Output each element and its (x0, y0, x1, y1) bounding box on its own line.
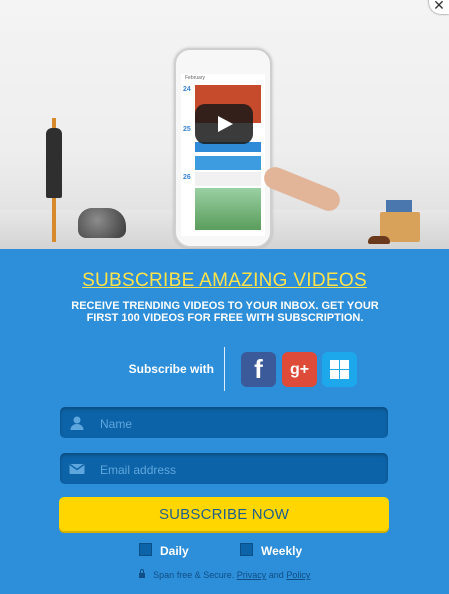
user-icon (70, 416, 84, 430)
windows-button[interactable] (322, 352, 357, 387)
footer-prefix: Span free & Secure. (153, 570, 235, 580)
shoe-illustration (368, 236, 390, 244)
policy-link[interactable]: Policy (286, 570, 310, 580)
privacy-link[interactable]: Privacy (237, 570, 267, 580)
windows-pane (330, 360, 339, 369)
finger-illustration (260, 163, 344, 215)
phone-month-label: February (181, 74, 265, 83)
phone-day: 25 (183, 126, 191, 133)
security-footer: Span free & Secure. Privacy and Policy (0, 569, 449, 580)
divider (224, 347, 225, 391)
daily-option[interactable]: Daily (139, 543, 189, 558)
form-subtitle: RECEIVE TRENDING VIDEOS TO YOUR INBOX. G… (71, 300, 379, 324)
windows-pane (340, 360, 349, 369)
google-plus-button[interactable]: g+ (282, 352, 317, 387)
phone-screen: February 24 25 26 (181, 74, 265, 236)
daily-checkbox[interactable] (139, 543, 152, 556)
envelope-icon (69, 463, 85, 474)
phone-day: 26 (183, 174, 191, 181)
email-input[interactable] (98, 453, 382, 486)
facebook-icon: f (254, 354, 263, 384)
phone-event-block (195, 172, 261, 186)
phone-illustration: February 24 25 26 (174, 48, 272, 248)
phone-day: 24 (183, 86, 191, 93)
subscribe-with-label: Subscribe with (128, 362, 214, 376)
video-preview[interactable]: February 24 25 26 (0, 0, 449, 249)
windows-pane (330, 370, 339, 379)
facebook-button[interactable]: f (241, 352, 276, 387)
weekly-option[interactable]: Weekly (240, 543, 302, 558)
name-field-wrapper (60, 407, 388, 440)
coatstand-illustration (40, 118, 66, 242)
daily-label: Daily (160, 544, 189, 558)
name-input[interactable] (98, 407, 382, 440)
phone-event-block (195, 156, 261, 170)
footer-and: and (268, 570, 284, 580)
email-field-wrapper (60, 453, 388, 486)
google-plus-icon: g+ (289, 361, 310, 378)
windows-pane (340, 370, 349, 379)
form-title: SUBSCRIBE AMAZING VIDEOS (82, 270, 367, 291)
subscribe-now-button[interactable]: SUBSCRIBE NOW (59, 497, 389, 531)
cat-illustration (78, 208, 126, 238)
lock-icon (138, 569, 145, 578)
weekly-checkbox[interactable] (240, 543, 253, 556)
coat (46, 128, 62, 198)
play-button[interactable] (195, 104, 253, 144)
phone-image-block (195, 188, 261, 230)
weekly-label: Weekly (261, 544, 303, 558)
box-lid (386, 200, 412, 212)
